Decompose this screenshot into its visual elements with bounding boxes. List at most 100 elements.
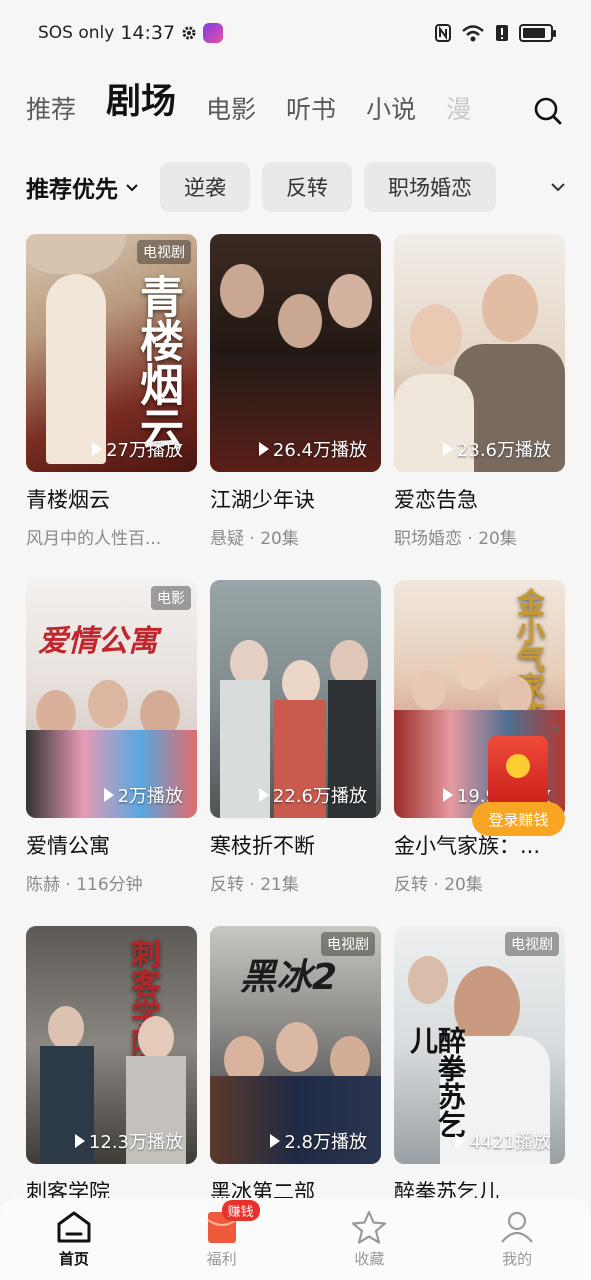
nav-profile-label: 我的 xyxy=(502,1249,533,1268)
wifi-icon xyxy=(462,25,484,42)
tab-movies[interactable]: 电影 xyxy=(206,90,256,144)
poster-image[interactable]: 醉拳苏乞儿 电视剧 4421播放 xyxy=(394,926,565,1164)
nav-rewards[interactable]: 赚钱 福利 xyxy=(182,1199,262,1269)
drama-card[interactable]: 黑冰2 电视剧 2.8万播放 黑冰第二部 xyxy=(210,926,381,1216)
play-count-text: 2.8万播放 xyxy=(284,1132,367,1153)
card-subtitle: 陈赫 · 116分钟 xyxy=(26,875,143,895)
card-title[interactable]: 爱情公寓 xyxy=(26,830,197,860)
chevron-down-icon xyxy=(551,183,565,192)
type-badge: 电影 xyxy=(151,586,191,610)
card-subtitle: 悬疑 · 20集 xyxy=(210,529,299,549)
tab-audiobooks[interactable]: 听书 xyxy=(286,90,336,144)
type-badge: 电视剧 xyxy=(137,240,191,264)
nav-profile[interactable]: 我的 xyxy=(477,1210,557,1269)
battery-icon xyxy=(519,24,556,42)
play-count: 12.3万播放 xyxy=(74,1128,183,1154)
tab-novels[interactable]: 小说 xyxy=(366,90,416,144)
poster-image[interactable]: 26.4万播放 xyxy=(210,234,381,472)
play-icon xyxy=(442,788,453,802)
play-count-text: 23.6万播放 xyxy=(456,440,551,461)
poster-image[interactable]: 刺客学院 12.3万播放 xyxy=(26,926,197,1164)
card-title[interactable]: 寒枝折不断 xyxy=(210,830,381,860)
play-count-text: 2万播放 xyxy=(117,786,183,807)
search-icon[interactable] xyxy=(533,96,563,126)
drama-card[interactable]: 刺客学院 12.3万播放 刺客学院 xyxy=(26,926,197,1216)
star-icon xyxy=(352,1210,387,1244)
play-icon xyxy=(270,1134,281,1148)
chip-twist[interactable]: 反转 xyxy=(262,162,352,212)
play-icon xyxy=(455,1134,466,1148)
play-icon xyxy=(74,1134,85,1148)
clock-text: 14:37 xyxy=(120,22,176,44)
poster-art-title: 爱情公寓 xyxy=(38,624,158,659)
tab-recommend[interactable]: 推荐 xyxy=(26,90,76,144)
play-count: 27万播放 xyxy=(92,436,183,462)
card-subtitle: 职场婚恋 · 20集 xyxy=(394,529,517,549)
nav-home-label: 首页 xyxy=(58,1249,89,1268)
drama-card[interactable]: 青楼烟云 电视剧 27万播放 青楼烟云 风月中的人性百... xyxy=(26,234,197,549)
drama-card[interactable]: 23.6万播放 爱恋告急 职场婚恋 · 20集 xyxy=(394,234,565,549)
drama-card[interactable]: 醉拳苏乞儿 电视剧 4421播放 醉拳苏乞儿 xyxy=(394,926,565,1216)
carrier-text: SOS only xyxy=(38,23,115,43)
drama-card[interactable]: 爱情公寓 电影 2万播放 爱情公寓 陈赫 · 116分钟 xyxy=(26,580,197,895)
card-subtitle: 反转 · 21集 xyxy=(210,875,299,895)
poster-image[interactable]: 黑冰2 电视剧 2.8万播放 xyxy=(210,926,381,1164)
nav-favorites-label: 收藏 xyxy=(354,1249,385,1268)
poster-art-title: 黑冰2 xyxy=(240,957,338,998)
play-icon xyxy=(442,442,453,456)
tab-comics[interactable]: 漫 xyxy=(446,90,471,144)
poster-image[interactable]: 23.6万播放 xyxy=(394,234,565,472)
play-count-text: 22.6万播放 xyxy=(272,786,367,807)
drama-card[interactable]: 26.4万播放 江湖少年诀 悬疑 · 20集 xyxy=(210,234,381,549)
status-bar: SOS only 14:37 xyxy=(0,0,591,66)
chip-comeback[interactable]: 逆袭 xyxy=(160,162,250,212)
login-earn-promo[interactable]: ✕ 登录赚钱 xyxy=(472,722,572,836)
play-count: 4421播放 xyxy=(455,1128,551,1154)
sort-dropdown[interactable]: 推荐优先 xyxy=(26,170,140,204)
play-icon xyxy=(92,442,103,456)
nav-home[interactable]: 首页 xyxy=(34,1210,114,1269)
type-badge: 电视剧 xyxy=(505,932,559,956)
filter-row: 推荐优先 逆袭 反转 职场婚恋 xyxy=(0,160,591,214)
play-count-text: 27万播放 xyxy=(106,440,183,461)
poster-image[interactable]: 22.6万播放 xyxy=(210,580,381,818)
card-subtitle: 反转 · 20集 xyxy=(394,875,483,895)
play-icon xyxy=(258,788,269,802)
play-icon xyxy=(103,788,114,802)
red-envelope-icon xyxy=(488,736,548,808)
nav-rewards-label: 福利 xyxy=(206,1249,237,1268)
chevron-down-icon xyxy=(126,184,138,192)
poster-image[interactable]: 爱情公寓 电影 2万播放 xyxy=(26,580,197,818)
nav-favorites[interactable]: 收藏 xyxy=(329,1210,409,1269)
drama-card[interactable]: 22.6万播放 寒枝折不断 反转 · 21集 xyxy=(210,580,381,895)
user-icon xyxy=(501,1211,533,1243)
play-count-text: 12.3万播放 xyxy=(88,1132,183,1153)
app-notification-icon xyxy=(203,23,224,43)
status-right xyxy=(435,23,556,43)
card-title[interactable]: 青楼烟云 xyxy=(26,484,197,514)
bottom-nav: 首页 赚钱 福利 收藏 我的 xyxy=(0,1198,591,1280)
close-icon[interactable]: ✕ xyxy=(550,722,562,738)
poster-image[interactable]: 青楼烟云 电视剧 27万播放 xyxy=(26,234,197,472)
home-icon xyxy=(57,1211,91,1242)
play-icon xyxy=(258,442,269,456)
play-count: 2.8万播放 xyxy=(270,1128,367,1154)
play-count-text: 4421播放 xyxy=(469,1132,551,1153)
play-count-text: 26.4万播放 xyxy=(272,440,367,461)
top-tabs: 推荐 剧场 电影 听书 小说 漫 xyxy=(0,72,591,144)
poster-art-title: 青楼烟云 xyxy=(132,274,183,450)
nfc-icon xyxy=(435,24,451,42)
earn-badge: 赚钱 xyxy=(221,1199,260,1221)
card-subtitle: 风月中的人性百... xyxy=(26,529,162,549)
alert-icon xyxy=(496,25,508,41)
filter-expand-button[interactable] xyxy=(527,160,591,214)
card-title[interactable]: 江湖少年诀 xyxy=(210,484,381,514)
card-title[interactable]: 爱恋告急 xyxy=(394,484,565,514)
type-badge: 电视剧 xyxy=(321,932,375,956)
status-left: SOS only 14:37 xyxy=(38,22,224,44)
tab-theater[interactable]: 剧场 xyxy=(106,73,176,144)
gear-icon xyxy=(182,26,196,40)
chip-workplace-romance[interactable]: 职场婚恋 xyxy=(364,162,496,212)
play-count: 22.6万播放 xyxy=(258,782,367,808)
promo-label[interactable]: 登录赚钱 xyxy=(472,802,565,836)
